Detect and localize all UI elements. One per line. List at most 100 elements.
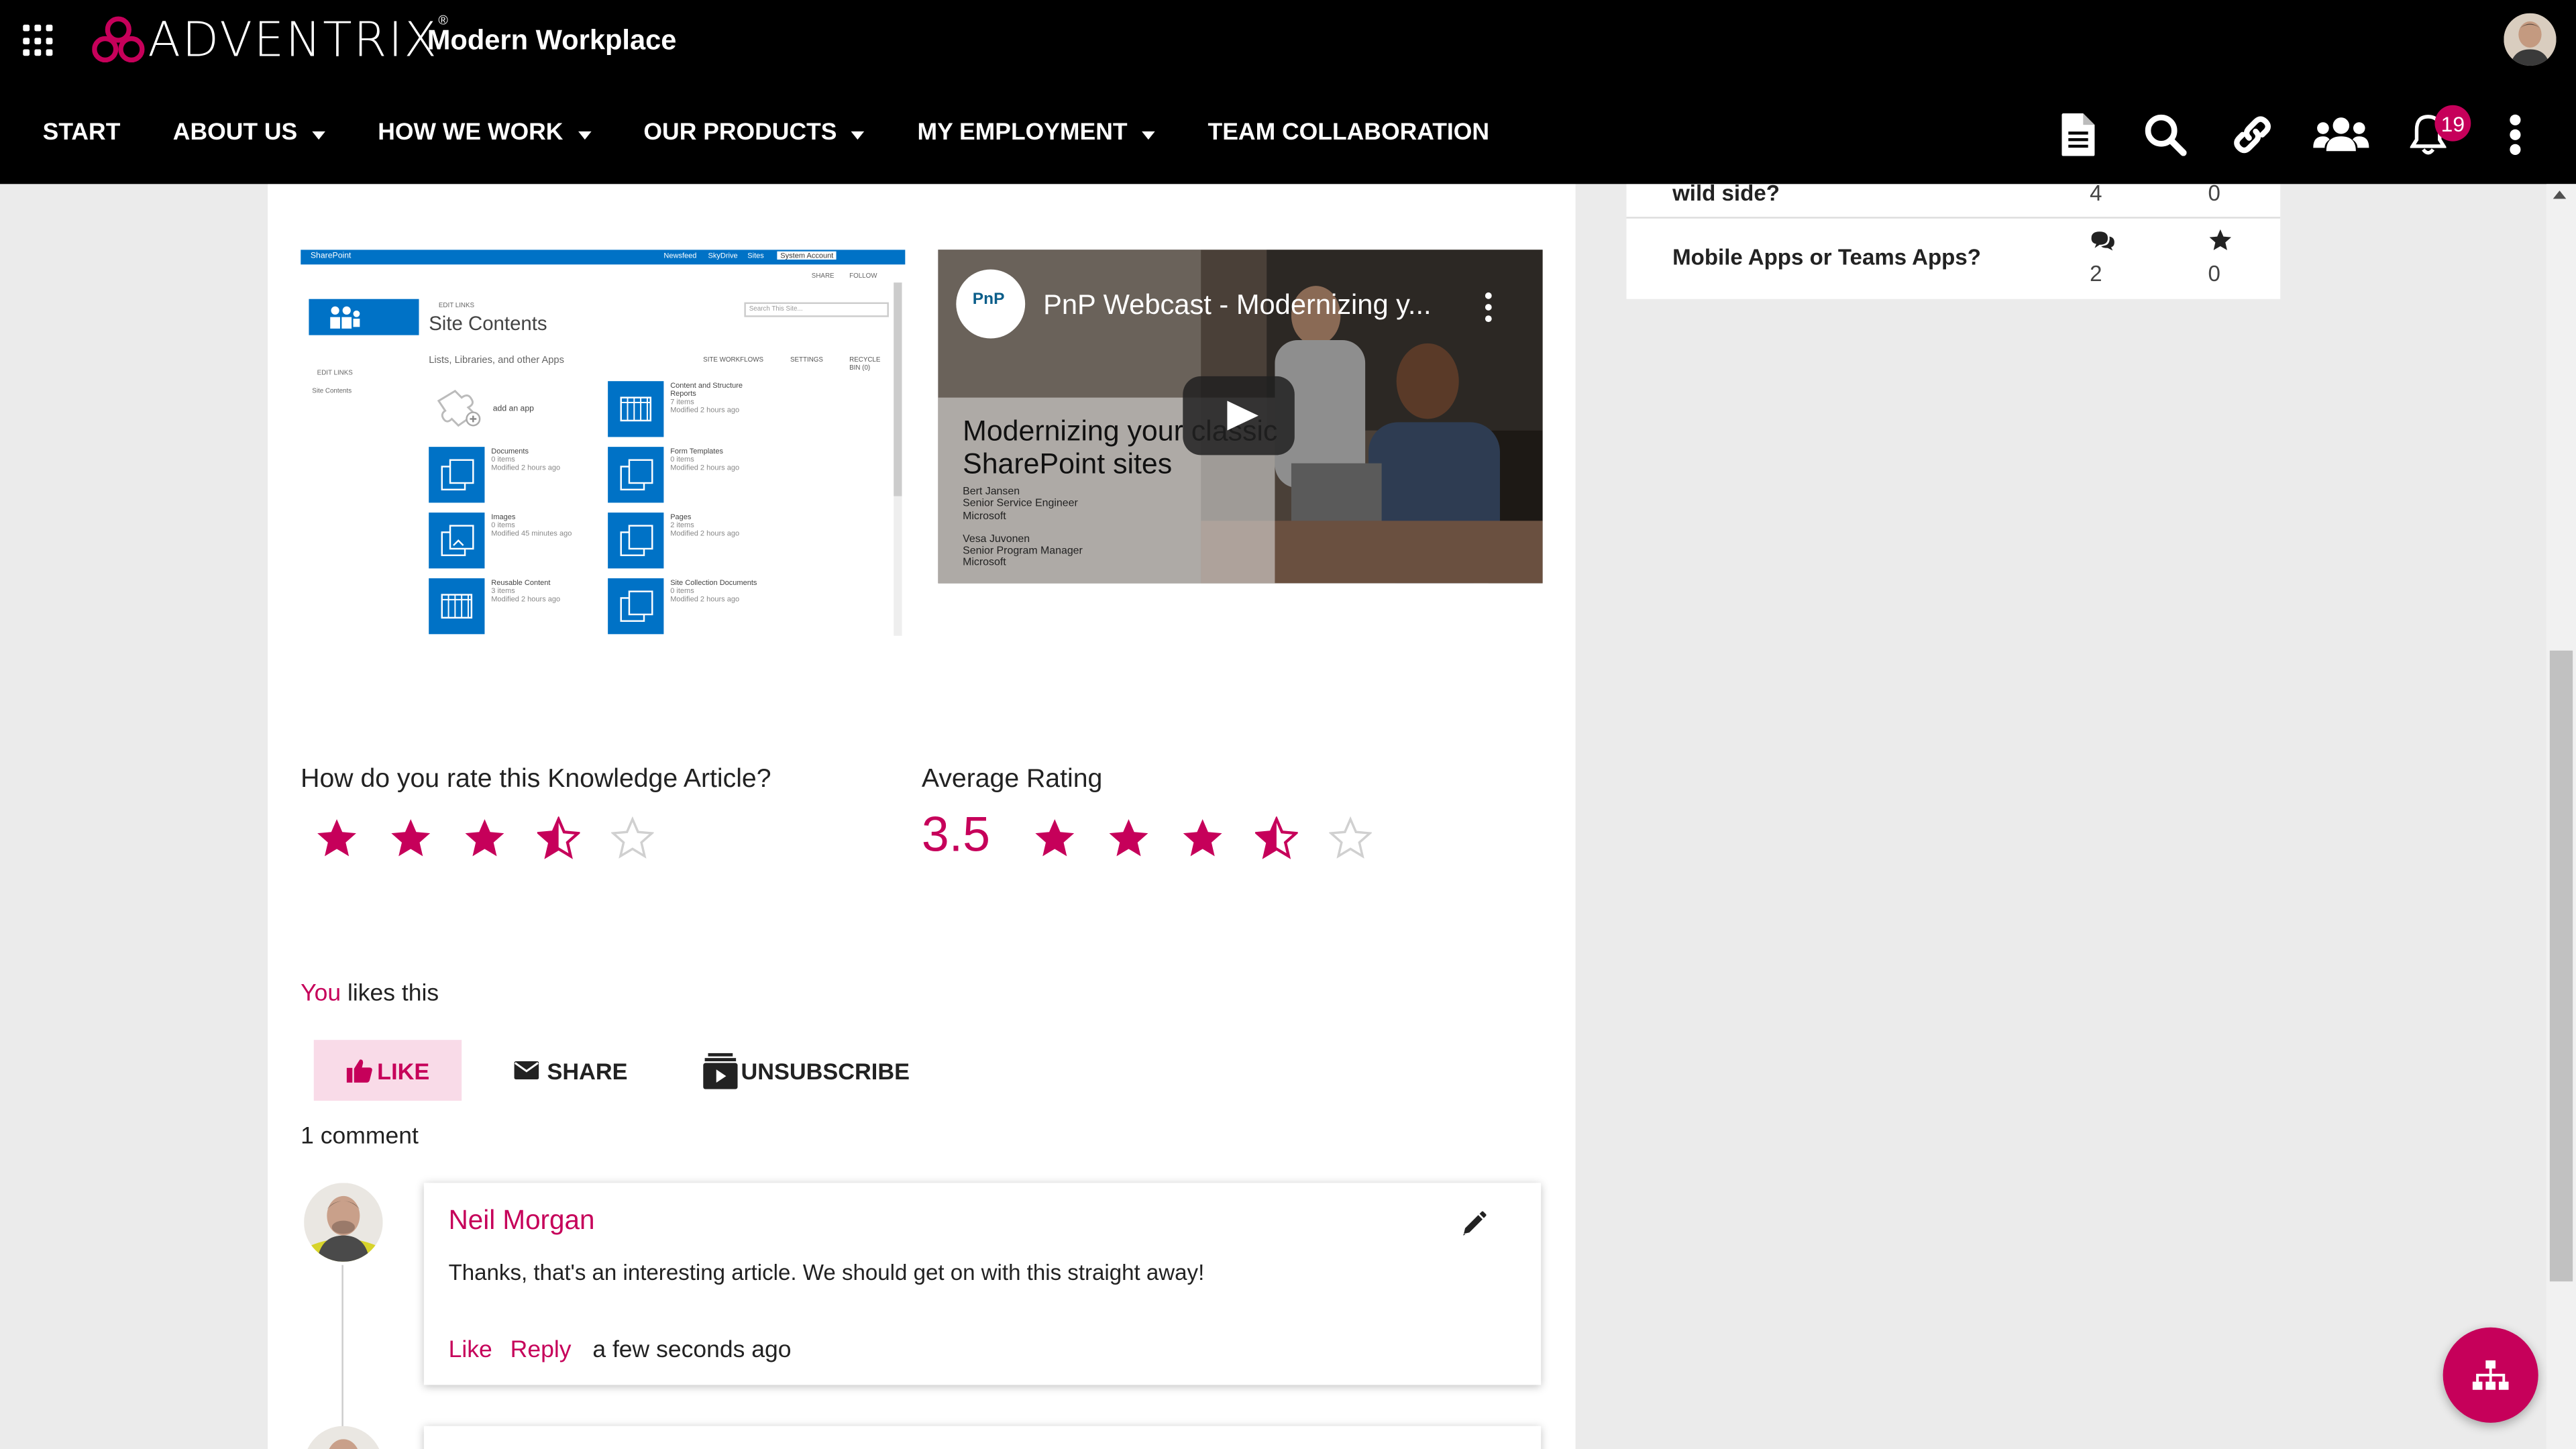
nav-my-employment[interactable]: MY EMPLOYMENT	[891, 120, 1181, 146]
sp-tile-text: Reusable Content 3 items Modified 2 hours …	[491, 578, 561, 603]
star-icon	[2208, 228, 2233, 260]
link-icon[interactable]	[2228, 109, 2277, 161]
average-rating-label: Average Rating	[921, 765, 1103, 794]
channel-avatar[interactable]: PnP	[956, 269, 1026, 339]
logo-text: ADVENTRIX	[148, 11, 439, 68]
more-vertical-icon[interactable]	[1485, 292, 1492, 323]
sp-tile-text: Pages 2 items Modified 2 hours ago	[670, 513, 740, 537]
people-icon[interactable]	[2313, 109, 2369, 161]
star-full-icon[interactable]	[449, 815, 523, 861]
comment-actions: Like Reply a few seconds ago	[449, 1337, 792, 1363]
play-button[interactable]	[1183, 376, 1295, 455]
scroll-up-arrow-icon[interactable]	[2553, 191, 2567, 199]
sp-tile-icon	[608, 447, 664, 503]
sp-tile-text: Form Templates 0 items Modified 2 hours ag…	[670, 447, 740, 472]
sp-tile-text: Content and Structure Reports 7 items Modi…	[670, 381, 743, 415]
your-rating-label: How do you rate this Knowledge Article?	[301, 765, 771, 794]
sp-left-edit-links: EDIT LINKS	[317, 368, 353, 376]
video-embed[interactable]: PnP PnP Webcast - Modernizing y... Moder…	[938, 250, 1543, 584]
comment-avatar[interactable]	[304, 1183, 383, 1262]
share-button[interactable]: SHARE	[514, 1040, 628, 1101]
comment-like-link[interactable]: Like	[449, 1337, 492, 1363]
average-rating-value: 3.5	[921, 808, 991, 863]
like-button[interactable]: LIKE	[313, 1040, 462, 1101]
discussion-title[interactable]: Mobile Apps or Teams Apps?	[1672, 245, 1981, 270]
average-rating-stars	[1018, 815, 1388, 861]
star-full-icon[interactable]	[301, 815, 374, 861]
nav-our-products[interactable]: OUR PRODUCTS	[617, 120, 891, 146]
search-icon[interactable]	[2141, 109, 2190, 161]
sp-site-workflows: SITE WORKFLOWS	[703, 354, 763, 364]
nav-team-collaboration[interactable]: TEAM COLLABORATION	[1181, 120, 1515, 146]
sp-follow: FOLLOW	[849, 271, 877, 280]
nav-about-us[interactable]: ABOUT US	[147, 120, 352, 146]
nav-how-we-work[interactable]: HOW WE WORK	[352, 120, 617, 146]
chevron-down-icon	[578, 130, 592, 139]
sitemap-icon	[2472, 1360, 2509, 1390]
site-title[interactable]: Modern Workplace	[427, 25, 677, 58]
discussion-comment-count: 4	[2090, 180, 2102, 206]
pencil-icon[interactable]	[1459, 1209, 1489, 1238]
likes-you-link[interactable]: You	[301, 981, 341, 1007]
star-full-icon[interactable]	[374, 815, 448, 861]
comment-count: 1 comment	[301, 1124, 419, 1150]
sp-add-app: add an app	[492, 404, 535, 415]
unsubscribe-button[interactable]: UNSUBSCRIBE	[703, 1040, 910, 1101]
sitemap-button[interactable]	[2443, 1327, 2538, 1423]
row-divider	[1626, 217, 2281, 219]
video-title[interactable]: PnP Webcast - Modernizing y...	[1043, 289, 1431, 322]
star-empty-icon	[1314, 815, 1388, 861]
sp-tile-text: Site Collection Documents 0 items Modified…	[670, 578, 757, 603]
like-button-label: LIKE	[377, 1057, 430, 1084]
comment-text: Thanks, that's an interesting article. W…	[448, 1260, 1205, 1285]
discussion-comment-count: 2	[2090, 261, 2102, 286]
sp-section-heading: Lists, Libraries, and other Apps	[429, 356, 564, 367]
nav-start[interactable]: START	[16, 120, 146, 146]
reply-input-card[interactable]	[423, 1426, 1542, 1449]
discussion-favorite-count: 0	[2208, 261, 2220, 286]
sp-link: Newsfeed	[663, 251, 697, 260]
sp-scrollbar	[894, 282, 902, 636]
comments-icon	[2090, 230, 2116, 260]
thumbs-up-icon	[345, 1059, 372, 1083]
sp-recycle: RECYCLE BIN (0)	[849, 354, 881, 372]
subscription-icon	[703, 1052, 738, 1089]
comment-card: Neil Morgan Thanks, that's an interestin…	[423, 1183, 1542, 1385]
logo[interactable]: ADVENTRIX ®	[92, 10, 448, 69]
star-full-icon	[1093, 815, 1167, 861]
comment-author[interactable]: Neil Morgan	[449, 1206, 595, 1238]
document-icon[interactable]	[2053, 109, 2102, 161]
sp-tile-icon	[608, 381, 664, 437]
sp-tile-icon	[429, 513, 485, 569]
discussion-favorite-count: 0	[2208, 180, 2220, 206]
sp-search-box: Search This Site...	[744, 302, 889, 317]
discussion-title[interactable]: wild side?	[1672, 180, 1780, 205]
puzzle-icon	[437, 390, 481, 427]
sp-tile-icon	[608, 578, 664, 635]
sp-brand: SharePoint	[310, 251, 352, 262]
main-nav: START ABOUT US HOW WE WORK OUR PRODUCTS …	[16, 109, 1515, 158]
user-avatar[interactable]	[2504, 13, 2557, 66]
your-rating-stars[interactable]	[301, 815, 670, 861]
more-vertical-icon[interactable]	[2491, 109, 2540, 161]
comment-timestamp: a few seconds ago	[592, 1337, 792, 1364]
sp-edit-links: EDIT LINKS	[438, 301, 475, 309]
sp-link: Sites	[747, 251, 764, 260]
chevron-down-icon	[312, 130, 325, 139]
comment-thread-line	[341, 1265, 343, 1430]
envelope-icon	[514, 1061, 539, 1079]
comment-reply-link[interactable]: Reply	[511, 1337, 572, 1363]
sp-left-nav-item: Site Contents	[312, 386, 352, 394]
app-launcher-icon[interactable]	[23, 24, 56, 58]
sharepoint-screenshot: SharePoint Newsfeed SkyDrive Sites Syste…	[301, 250, 906, 645]
star-empty-icon[interactable]	[596, 815, 670, 861]
scrollbar-thumb[interactable]	[2549, 650, 2573, 1282]
sp-tile-text: Images 0 items Modified 45 minutes ago	[491, 513, 572, 537]
star-half-icon[interactable]	[523, 815, 596, 861]
channel-name: PnP	[972, 290, 1005, 309]
sp-page-title: Site Contents	[429, 312, 547, 335]
star-full-icon	[1018, 815, 1092, 861]
star-full-icon	[1167, 815, 1240, 861]
sp-account: System Account	[777, 251, 837, 260]
sp-share: SHARE	[811, 271, 835, 280]
